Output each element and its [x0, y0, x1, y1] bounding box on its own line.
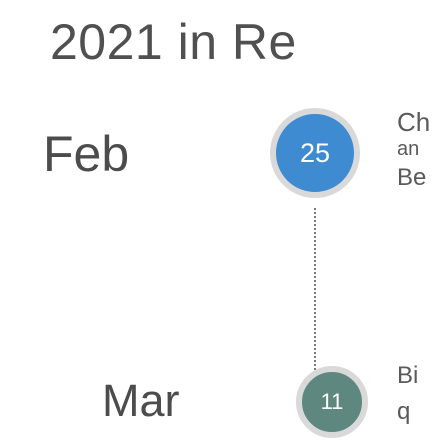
entry-text-line: q — [397, 398, 411, 425]
entry-text-line: Be — [397, 164, 427, 191]
date-badge[interactable]: 25 — [270, 108, 360, 198]
date-badge-day: 25 — [299, 137, 331, 168]
entry-text-line: Ch — [397, 108, 431, 136]
entry-text-line: an — [397, 138, 420, 160]
date-badge[interactable]: 11 — [296, 366, 368, 438]
date-badge-day: 11 — [320, 389, 344, 414]
month-label: Mar — [102, 375, 180, 426]
timeline-connector — [314, 208, 316, 390]
entry-text-line: Bi — [397, 362, 419, 389]
month-label: Feb — [43, 126, 130, 182]
page-title: 2021 in Re — [50, 14, 297, 70]
